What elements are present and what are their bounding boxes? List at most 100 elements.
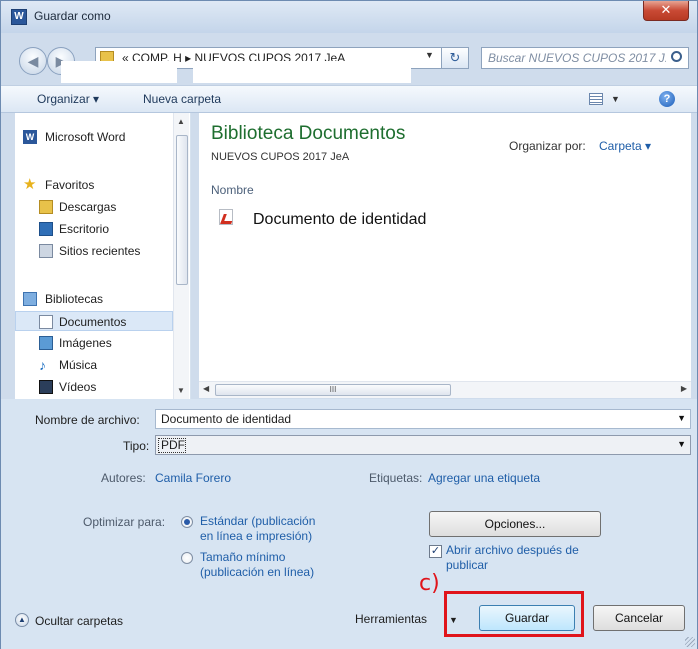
option-line: Abrir archivo después de bbox=[446, 543, 579, 557]
nav-label: Descargas bbox=[59, 200, 117, 214]
nav-label: Vídeos bbox=[59, 380, 97, 394]
window-title: Guardar como bbox=[34, 9, 111, 23]
hscrollbar-thumb[interactable]: III bbox=[215, 384, 451, 396]
address-row: ◀ ▶ « COMP. H ▸ NUEVOS CUPOS 2017 JeA ▼ … bbox=[1, 33, 697, 85]
file-name: Documento de identidad bbox=[253, 211, 427, 228]
nav-scrollbar[interactable]: ▲ ▼ bbox=[173, 113, 189, 399]
tags-value[interactable]: Agregar una etiqueta bbox=[428, 471, 540, 485]
search-placeholder: Buscar NUEVOS CUPOS 2017 J... bbox=[488, 51, 666, 65]
optimize-standard-label[interactable]: Estándar (publicación en línea e impresi… bbox=[200, 514, 315, 544]
nav-item-favorites[interactable]: ★ Favoritos bbox=[15, 175, 173, 195]
back-button[interactable]: ◀ bbox=[19, 47, 47, 75]
resize-grip-icon[interactable] bbox=[685, 637, 695, 647]
command-toolbar: Organizar ▾ Nueva carpeta ▼ ? bbox=[1, 85, 697, 113]
search-icon[interactable] bbox=[671, 51, 682, 62]
library-subtitle: NUEVOS CUPOS 2017 JeA bbox=[211, 151, 350, 163]
tags-label: Etiquetas: bbox=[369, 471, 423, 485]
organize-by-label: Organizar por: bbox=[509, 139, 586, 153]
save-options-panel: Nombre de archivo: Documento de identida… bbox=[1, 399, 697, 649]
optimize-standard-radio[interactable] bbox=[181, 516, 193, 528]
cancel-button[interactable]: Cancelar bbox=[593, 605, 685, 631]
nav-item-recent-places[interactable]: Sitios recientes bbox=[15, 241, 173, 261]
word-icon: W bbox=[23, 130, 37, 144]
authors-value[interactable]: Camila Forero bbox=[155, 471, 231, 485]
option-line: en línea e impresión) bbox=[200, 529, 313, 543]
address-dropdown-icon[interactable]: ▼ bbox=[425, 50, 434, 60]
option-line: Estándar (publicación bbox=[200, 514, 316, 528]
organize-menu[interactable]: Organizar ▾ bbox=[37, 92, 99, 106]
type-label: Tipo: bbox=[123, 439, 150, 453]
view-dropdown-icon[interactable]: ▼ bbox=[611, 94, 620, 104]
refresh-button[interactable]: ↻ bbox=[441, 47, 469, 69]
annotation-highlight-box bbox=[444, 591, 584, 637]
nav-label: Microsoft Word bbox=[45, 130, 126, 144]
type-value: PDF bbox=[161, 438, 185, 452]
nav-label: Favoritos bbox=[45, 178, 95, 192]
help-icon[interactable]: ? bbox=[659, 91, 675, 107]
authors-label: Autores: bbox=[101, 471, 146, 485]
file-list-pane: Biblioteca Documentos NUEVOS CUPOS 2017 … bbox=[199, 113, 691, 383]
nav-item-microsoft-word[interactable]: W Microsoft Word bbox=[15, 127, 173, 147]
save-as-dialog: W Guardar como ✕ ◀ ▶ « COMP. H ▸ NUEVOS … bbox=[0, 0, 698, 649]
scroll-left-icon[interactable]: ◀ bbox=[203, 384, 209, 393]
nav-item-videos[interactable]: Vídeos bbox=[15, 377, 173, 397]
nav-label: Imágenes bbox=[59, 336, 112, 350]
view-options-icon[interactable] bbox=[589, 93, 603, 105]
nav-item-documents[interactable]: Documentos bbox=[15, 311, 173, 331]
optimize-minimum-label[interactable]: Tamaño mínimo (publicación en línea) bbox=[200, 550, 314, 580]
filename-label: Nombre de archivo: bbox=[35, 413, 140, 427]
open-after-publish-label[interactable]: Abrir archivo después de publicar bbox=[446, 543, 579, 573]
documents-icon bbox=[39, 315, 53, 329]
type-select[interactable]: PDF ▼ bbox=[155, 435, 691, 455]
pdf-file-icon bbox=[219, 209, 233, 225]
name-column-header[interactable]: Nombre bbox=[211, 183, 254, 197]
redaction-block bbox=[61, 61, 177, 83]
filename-field[interactable]: Documento de identidad ▼ bbox=[155, 409, 691, 429]
scroll-down-icon[interactable]: ▼ bbox=[177, 386, 185, 395]
nav-label: Documentos bbox=[59, 315, 127, 329]
tools-menu[interactable]: Herramientas bbox=[355, 612, 427, 626]
scroll-right-icon[interactable]: ▶ bbox=[681, 384, 687, 393]
videos-icon bbox=[39, 380, 53, 394]
nav-label: Bibliotecas bbox=[45, 292, 104, 306]
optimize-minimum-radio[interactable] bbox=[181, 552, 193, 564]
organize-by-dropdown[interactable]: Carpeta ▾ bbox=[599, 139, 651, 153]
options-button[interactable]: Opciones... bbox=[429, 511, 601, 537]
open-after-publish-checkbox[interactable]: ✓ bbox=[429, 545, 442, 558]
chevron-down-icon[interactable]: ▼ bbox=[677, 413, 686, 423]
content-hscrollbar[interactable]: ◀ III ▶ bbox=[199, 381, 691, 398]
star-icon: ★ bbox=[23, 176, 37, 193]
navigation-pane: W Microsoft Word ★ Favoritos Descargas E… bbox=[15, 113, 191, 399]
nav-item-desktop[interactable]: Escritorio bbox=[15, 219, 173, 239]
nav-label: Música bbox=[59, 358, 98, 372]
nav-label: Escritorio bbox=[59, 222, 110, 236]
word-app-icon: W bbox=[11, 9, 27, 25]
scroll-up-icon[interactable]: ▲ bbox=[177, 117, 185, 126]
downloads-icon bbox=[39, 200, 53, 214]
filename-value: Documento de identidad bbox=[161, 412, 292, 426]
hide-folders-button[interactable]: Ocultar carpetas bbox=[35, 614, 123, 628]
option-line: (publicación en línea) bbox=[200, 565, 315, 579]
nav-label: Sitios recientes bbox=[59, 244, 141, 258]
images-icon bbox=[39, 336, 53, 350]
nav-item-libraries[interactable]: Bibliotecas bbox=[15, 289, 173, 309]
nav-item-music[interactable]: ♪ Música bbox=[15, 355, 173, 375]
nav-item-images[interactable]: Imágenes bbox=[15, 333, 173, 353]
scrollbar-thumb[interactable] bbox=[176, 135, 188, 285]
title-bar[interactable]: W Guardar como ✕ bbox=[1, 1, 697, 33]
collapse-folders-icon[interactable]: ▲ bbox=[15, 613, 29, 627]
libraries-icon bbox=[23, 292, 37, 306]
chevron-down-icon[interactable]: ▼ bbox=[677, 439, 686, 449]
annotation-label: c) bbox=[419, 571, 440, 596]
search-input[interactable]: Buscar NUEVOS CUPOS 2017 J... bbox=[481, 47, 689, 69]
optimize-label: Optimizar para: bbox=[83, 515, 166, 529]
library-title: Biblioteca Documentos bbox=[211, 123, 406, 144]
music-icon: ♪ bbox=[39, 357, 46, 373]
close-button[interactable]: ✕ bbox=[643, 1, 689, 21]
new-folder-button[interactable]: Nueva carpeta bbox=[143, 92, 221, 106]
recent-places-icon bbox=[39, 244, 53, 258]
redaction-block bbox=[193, 61, 411, 83]
list-item[interactable]: Documento de identidad bbox=[209, 205, 529, 231]
desktop-icon bbox=[39, 222, 53, 236]
nav-item-downloads[interactable]: Descargas bbox=[15, 197, 173, 217]
